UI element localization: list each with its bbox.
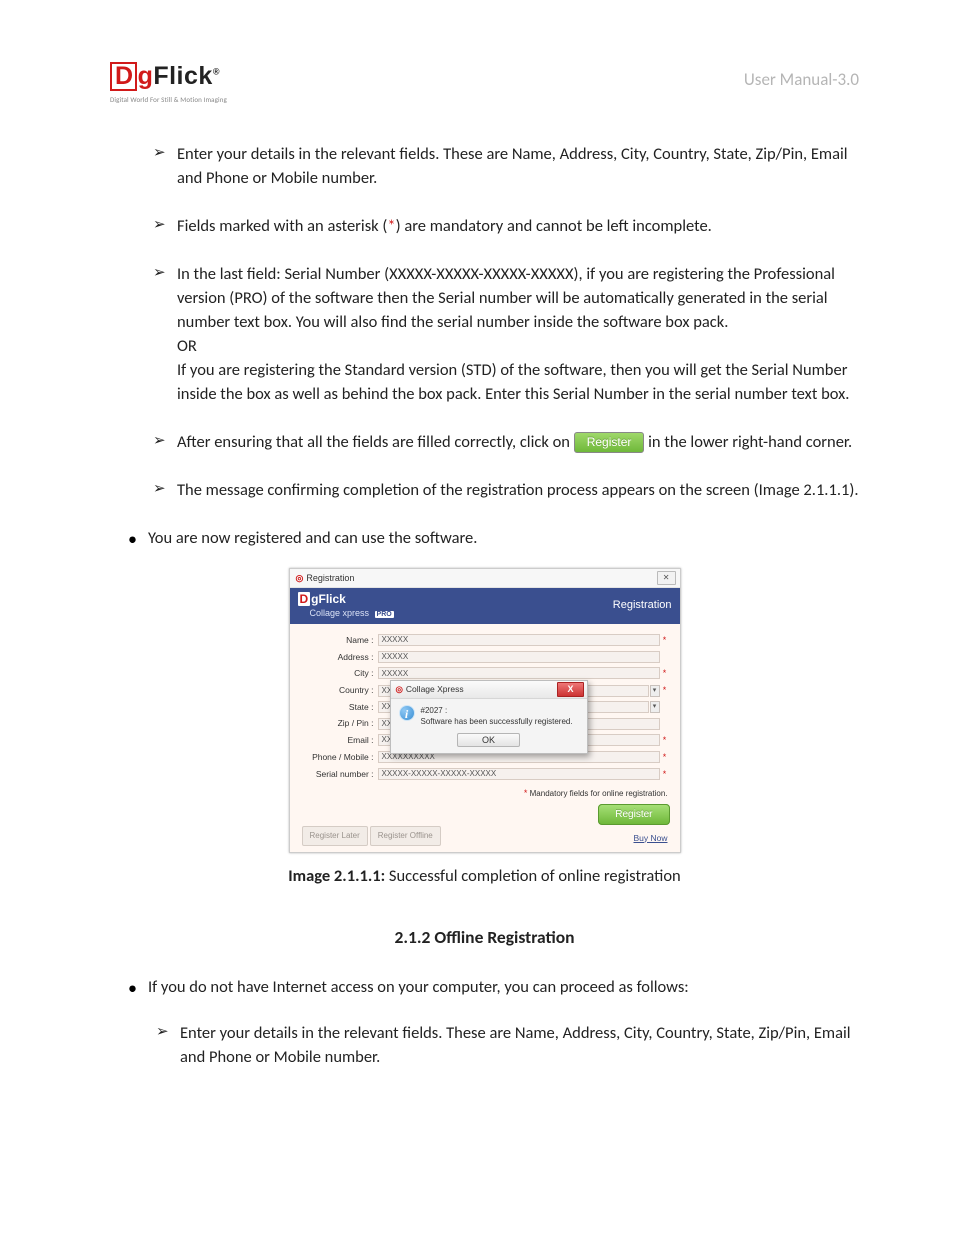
form-row: Address :XXXXX [300,651,670,663]
popup-ok-button[interactable]: OK [457,733,520,747]
logo-tagline: Digital World For Still & Motion Imaging [110,95,227,105]
popup-close-icon[interactable]: X [557,682,583,697]
logo-registered: ® [213,67,220,77]
instruction-item: After ensuring that all the fields are f… [155,431,859,455]
field-label: Zip / Pin : [300,717,378,729]
window-brand-bar: DgFlick Collage xpress PRO Registration [290,588,680,624]
instruction-item: Enter your details in the relevant field… [155,143,859,191]
mandatory-note: * Mandatory fields for online registrati… [300,787,668,800]
field-label: Email : [300,734,378,746]
field-label: State : [300,701,378,713]
chevron-down-icon[interactable]: ▾ [650,701,660,713]
offline-bullets: If you do not have Internet access on yo… [128,976,859,1070]
field-input[interactable]: XXXXX [378,634,660,646]
close-icon[interactable]: ✕ [657,571,676,585]
done-item: You are now registered and can use the s… [128,527,859,551]
registration-form: Name :XXXXX*Address :XXXXXCity :XXXXX*Co… [290,624,680,852]
instruction-text: The message confirming completion of the… [177,480,859,500]
logo-d: D [110,62,137,91]
required-asterisk: * [660,634,670,647]
registration-actions: Register Later Register Offline Buy Now [300,826,670,848]
instruction-text: Fields marked with an asterisk ( [177,216,387,236]
done-bullets: You are now registered and can use the s… [128,527,859,551]
required-asterisk: * [660,768,670,781]
figure-registration: ◎Registration ✕ DgFlick Collage xpress P… [110,568,859,888]
offline-arrow-text: Enter your details in the relevant field… [180,1023,851,1067]
offline-intro-item: If you do not have Internet access on yo… [128,976,859,1070]
instruction-text: After ensuring that all the fields are f… [177,432,574,452]
instruction-item: The message confirming completion of the… [155,479,859,503]
buy-now-link[interactable]: Buy Now [633,832,667,845]
logo-g: g [138,62,154,90]
section-heading: 2.1.2 Offline Registration [110,925,859,950]
logo-wordmark: DgFlick® [110,58,227,94]
instruction-or: OR [177,336,197,356]
field-label: Address : [300,651,378,663]
field-label: Country : [300,684,378,696]
required-asterisk: * [660,667,670,680]
register-offline-button[interactable]: Register Offline [370,826,441,846]
register-button-inline: Register [574,432,645,453]
caption-text: Successful completion of online registra… [385,866,681,886]
popup-title-bar: ◎Collage Xpress X [391,681,587,699]
form-row: Serial number :XXXXX-XXXXX-XXXXX-XXXXX* [300,768,670,781]
window-title-bar: ◎Registration ✕ [290,569,680,588]
instruction-text: If you are registering the Standard vers… [177,360,849,404]
instruction-text: in the lower right-hand corner. [648,432,852,452]
field-input[interactable]: XXXXX [378,667,660,679]
popup-text: Software has been successfully registere… [421,716,573,728]
logo-flick: Flick [153,62,212,90]
field-input[interactable]: XXXXX [378,651,660,663]
field-label: Serial number : [300,768,378,780]
brand-right-label: Registration [613,598,672,614]
brand-logo: DgFlick [298,592,346,606]
register-button[interactable]: Register [598,804,669,825]
mandatory-note-text: Mandatory fields for online registration… [527,789,667,798]
figure-caption: Image 2.1.1.1: Successful completion of … [110,865,859,889]
offline-intro-text: If you do not have Internet access on yo… [148,977,689,997]
form-row: Name :XXXXX* [300,634,670,647]
field-label: Phone / Mobile : [300,751,378,763]
popup-body: i #2027 : Software has been successfully… [391,699,587,732]
field-label: City : [300,667,378,679]
brand-product: Collage xpress PRO [310,607,394,620]
window-title: ◎Registration [296,572,355,585]
popup-message: #2027 : Software has been successfully r… [421,705,573,728]
instruction-item: Fields marked with an asterisk (*) are m… [155,215,859,239]
field-input[interactable]: XXXXX-XXXXX-XXXXX-XXXXX [378,768,660,780]
logo: DgFlick® Digital World For Still & Motio… [110,58,227,105]
instruction-arrows: Enter your details in the relevant field… [155,143,859,502]
instruction-item: In the last field: Serial Number (XXXXX-… [155,263,859,407]
chevron-down-icon[interactable]: ▾ [650,685,660,697]
caption-label: Image 2.1.1.1: [288,866,385,886]
success-popup: ◎Collage Xpress X i #2027 : Software has… [390,680,588,754]
offline-arrow-item: Enter your details in the relevant field… [158,1022,859,1070]
instruction-text: In the last field: Serial Number (XXXXX-… [177,264,835,332]
asterisk-red: * [387,216,395,236]
registration-window: ◎Registration ✕ DgFlick Collage xpress P… [289,568,681,852]
form-row: City :XXXXX* [300,667,670,680]
popup-title: ◎Collage Xpress [396,683,464,695]
popup-code: #2027 : [421,705,573,717]
info-icon: i [399,705,415,721]
doc-version-label: User Manual-3.0 [744,68,859,93]
instruction-text: ) are mandatory and cannot be left incom… [396,216,712,236]
required-asterisk: * [660,684,670,697]
page-header: DgFlick® Digital World For Still & Motio… [110,58,859,105]
done-text: You are now registered and can use the s… [148,528,477,548]
pro-badge: PRO [375,611,394,618]
field-label: Name : [300,634,378,646]
required-asterisk: * [660,751,670,764]
instruction-text: Enter your details in the relevant field… [177,144,848,188]
required-asterisk: * [660,734,670,747]
register-later-button[interactable]: Register Later [302,826,368,846]
brand-block: DgFlick Collage xpress PRO [298,591,394,621]
